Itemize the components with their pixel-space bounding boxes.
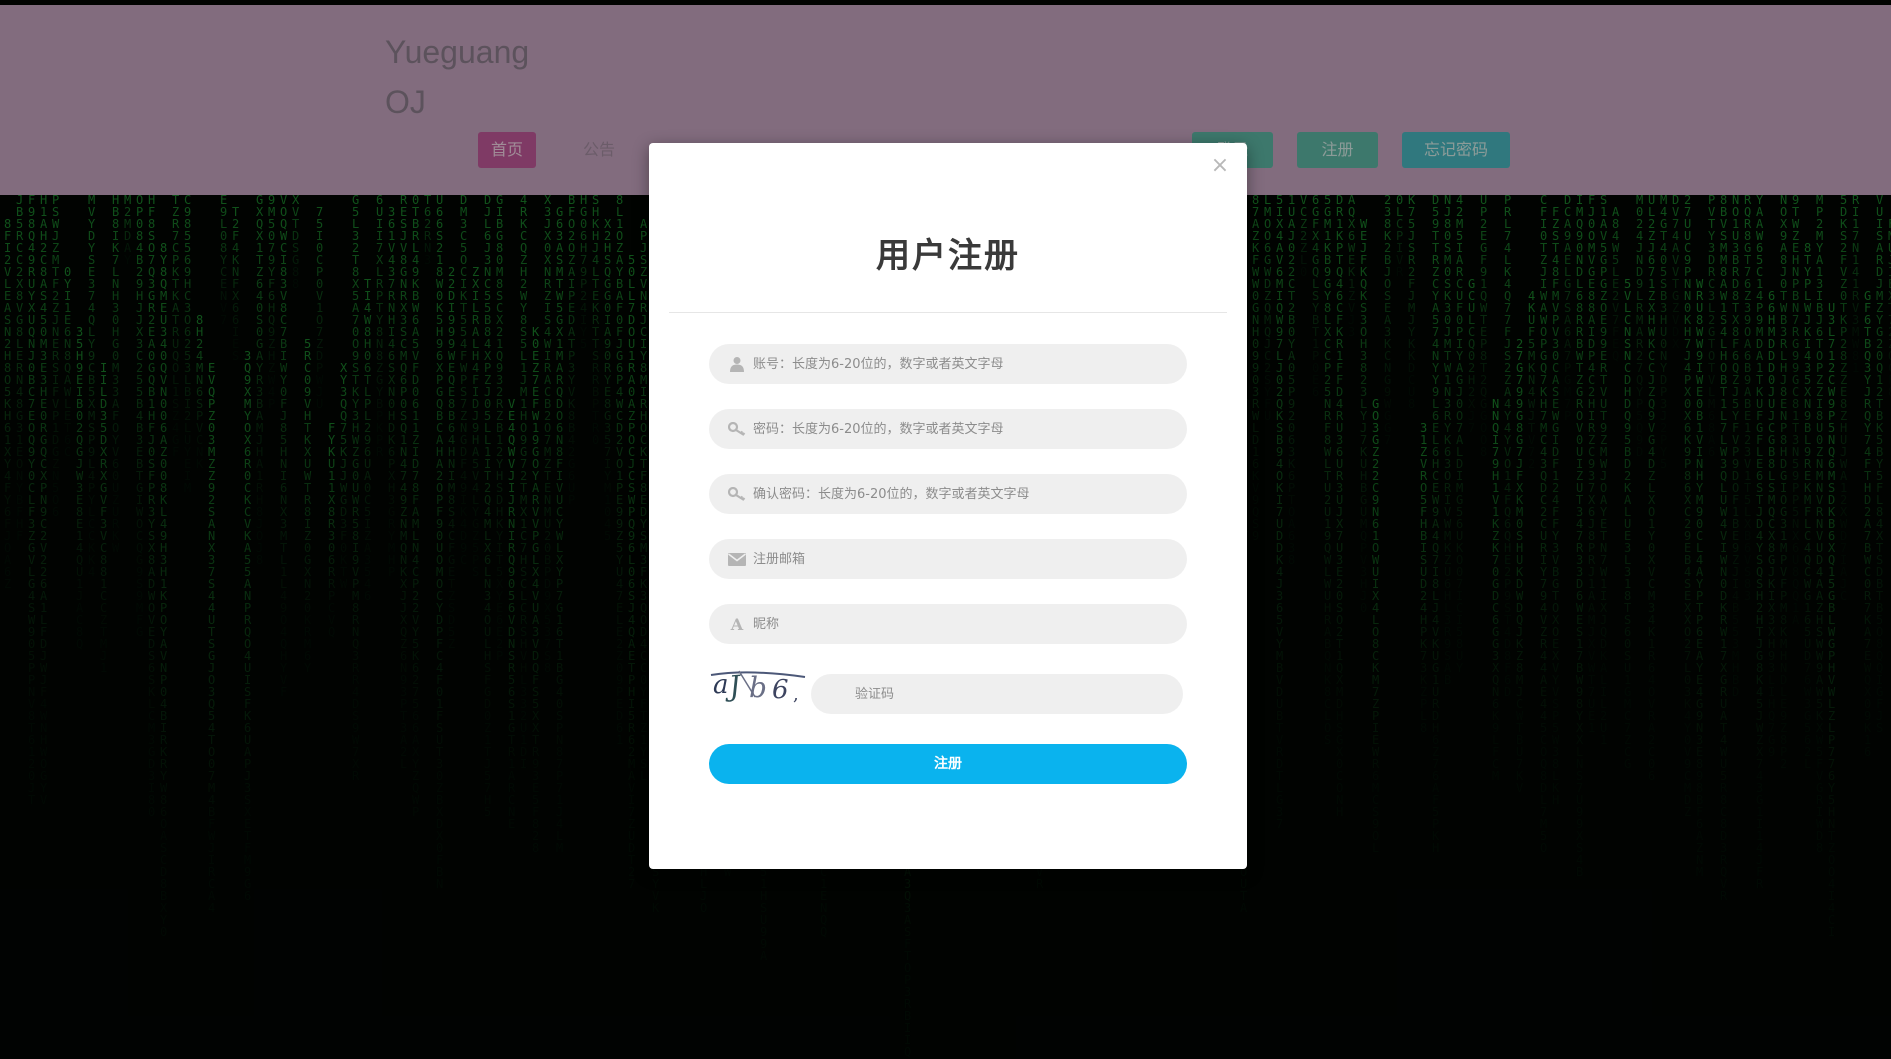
register-submit-button[interactable]: 注册 [709, 744, 1187, 784]
account-field [709, 344, 1187, 384]
email-field [709, 539, 1187, 579]
register-modal: × 用户注册 账号：长度为6-20位的，数字或者英文字母 注册邮箱 A 昵称 a… [649, 143, 1247, 869]
envelope-icon [727, 549, 747, 569]
nickname-field: A [709, 604, 1187, 644]
password-field [709, 409, 1187, 449]
user-icon [727, 354, 747, 374]
font-icon: A [727, 614, 747, 634]
nickname-input[interactable] [753, 604, 1173, 644]
captcha-field [811, 674, 1183, 714]
page: 8FI2VLEASN2H8O5KH61XY4FY6FJOA6ZJB5RCC2X8… [0, 0, 1891, 1059]
close-icon[interactable]: × [1209, 155, 1231, 177]
key-icon [727, 484, 747, 504]
divider [669, 312, 1227, 313]
confirm-password-field [709, 474, 1187, 514]
modal-title: 用户注册 [649, 228, 1247, 277]
captcha-input[interactable] [855, 674, 1165, 714]
account-input[interactable] [753, 344, 1173, 384]
confirm-password-input[interactable] [753, 474, 1173, 514]
email-input[interactable] [753, 539, 1173, 579]
captcha-image[interactable]: a J b 6 , [709, 665, 807, 705]
password-input[interactable] [753, 409, 1173, 449]
key-icon [727, 419, 747, 439]
